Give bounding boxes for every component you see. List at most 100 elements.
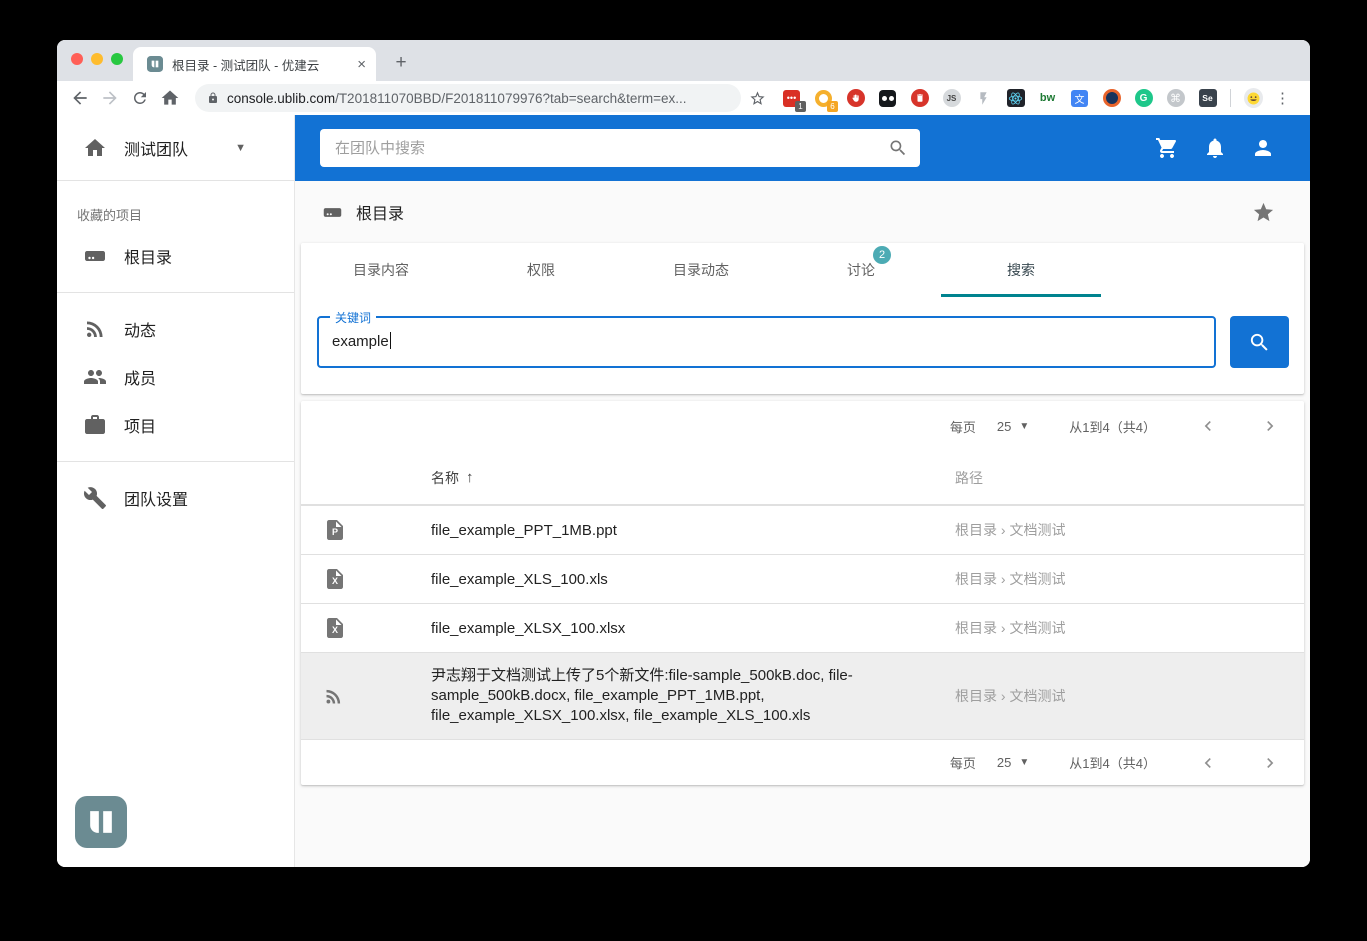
main-area: 根目录 目录内容 权限 目录动态 讨论2 搜索 关键词 exam — [295, 115, 1310, 867]
global-search-box[interactable] — [320, 129, 920, 167]
forward-icon[interactable] — [97, 85, 123, 111]
team-switcher[interactable]: 测试团队 ▼ — [57, 115, 294, 181]
drive-icon — [83, 244, 107, 268]
bookmark-star-icon[interactable] — [749, 90, 766, 107]
macos-traffic-lights — [71, 53, 123, 65]
address-bar[interactable]: console.ublib.com/T201811070BBD/F2018110… — [195, 84, 741, 112]
search-results-card: 每页 25 ▼ 从1到4（共4） 名称 ↑ 路径 P file_example_PP… — [301, 401, 1304, 785]
per-page-label: 每页 — [949, 756, 976, 771]
account-icon[interactable] — [1251, 136, 1275, 160]
table-row-activity[interactable]: 尹志翔于文档测试上传了5个新文件:file-sample_500kB.doc, … — [301, 652, 1304, 739]
favorite-star-icon[interactable] — [1252, 201, 1275, 224]
back-icon[interactable] — [67, 85, 93, 111]
extension-js-icon[interactable]: JS — [942, 89, 961, 108]
activity-text: 尹志翔于文档测试上传了5个新文件:file-sample_500kB.doc, … — [431, 667, 853, 724]
extension-bw-icon[interactable]: bw — [1038, 89, 1057, 108]
rss-icon — [83, 317, 107, 341]
briefcase-icon — [83, 413, 107, 437]
reload-icon[interactable] — [127, 85, 153, 111]
tab-search[interactable]: 搜索 — [941, 243, 1101, 297]
file-path: 根目录 › 文档测试 — [955, 688, 1066, 704]
extension-redpin-icon[interactable]: ••• 1 — [782, 89, 806, 112]
column-header-path[interactable]: 路径 — [955, 468, 983, 488]
extension-honey-icon[interactable]: 6 — [814, 89, 838, 112]
browser-menu-icon[interactable]: ⋮ — [1275, 89, 1290, 107]
extension-dark-reader-icon[interactable] — [878, 89, 897, 108]
previous-page-icon[interactable] — [1198, 416, 1218, 436]
global-search-input[interactable] — [335, 139, 888, 157]
active-tab-underline — [941, 294, 1101, 297]
cards-container: 目录内容 权限 目录动态 讨论 2 搜索 关键词 example 每页 25 ▼… — [295, 243, 1310, 785]
per-page-select[interactable]: 25 ▼ — [997, 755, 1029, 770]
sidebar-divider — [57, 292, 294, 305]
next-page-icon[interactable] — [1260, 753, 1280, 773]
tab-bar: 目录内容 权限 目录动态 讨论 2 搜索 — [301, 243, 1101, 297]
search-icon[interactable] — [888, 138, 908, 158]
close-window-button[interactable] — [71, 53, 83, 65]
sidebar-item-root-directory[interactable]: 根目录 — [57, 232, 294, 280]
wrench-icon — [83, 486, 107, 510]
sidebar-item-activity[interactable]: 动态 — [57, 305, 294, 353]
table-row[interactable]: X file_example_XLSX_100.xlsx 根目录 › 文档测试 — [301, 603, 1304, 652]
pagination-bottom: 每页 25 ▼ 从1到4（共4） — [301, 739, 1304, 785]
tab-discussion[interactable]: 讨论 2 — [781, 243, 941, 297]
url-path: /T201811070BBD/F201811079976?tab=search&… — [335, 90, 687, 106]
sort-asc-icon: ↑ — [466, 469, 474, 486]
keyword-field[interactable]: 关键词 example — [317, 309, 1216, 368]
favorites-section-label: 收藏的项目 — [77, 208, 143, 223]
browser-tab-title: 根目录 - 测试团队 - 优建云 — [172, 58, 320, 73]
extension-selenium-icon[interactable]: Se — [1198, 89, 1217, 108]
previous-page-icon[interactable] — [1198, 753, 1218, 773]
cart-icon[interactable] — [1155, 136, 1179, 160]
table-header: 名称 ↑ 路径 — [301, 451, 1304, 505]
keyword-field-value[interactable]: example — [319, 318, 1214, 366]
search-submit-button[interactable] — [1230, 316, 1289, 368]
extension-cleaner-icon[interactable] — [910, 89, 929, 108]
minimize-window-button[interactable] — [91, 53, 103, 65]
column-header-name[interactable]: 名称 ↑ — [431, 468, 936, 488]
extension-grammarly-icon[interactable]: G — [1134, 89, 1153, 108]
table-row[interactable]: X file_example_XLS_100.xls 根目录 › 文档测试 — [301, 554, 1304, 603]
sidebar-item-members[interactable]: 成员 — [57, 353, 294, 401]
per-page-select[interactable]: 25 ▼ — [997, 419, 1029, 434]
drive-icon — [322, 202, 343, 223]
sidebar-item-label: 项目 — [124, 419, 157, 436]
table-row[interactable]: P file_example_PPT_1MB.ppt 根目录 › 文档测试 — [301, 505, 1304, 554]
home-icon[interactable] — [157, 85, 183, 111]
file-name: file_example_XLS_100.xls — [431, 570, 608, 588]
sidebar-item-team-settings[interactable]: 团队设置 — [57, 474, 294, 522]
extension-blocker-hand-icon[interactable] — [846, 89, 865, 108]
per-page-label: 每页 — [949, 419, 976, 435]
zoom-window-button[interactable] — [111, 53, 123, 65]
extensions-row: ••• 1 6 JS bw 文 G ⌘ Se — [782, 88, 1263, 112]
discussion-badge: 2 — [873, 246, 891, 264]
browser-window: 根目录 - 测试团队 - 优建云 × + console.ublib.com/T… — [57, 40, 1310, 867]
tab-directory-activity[interactable]: 目录动态 — [621, 243, 781, 297]
rss-icon — [323, 686, 347, 707]
app-logo — [75, 796, 127, 848]
browser-tab-strip: 根目录 - 测试团队 - 优建云 × + — [57, 40, 1310, 81]
new-tab-button[interactable]: + — [387, 49, 415, 77]
extension-bolt-icon[interactable] — [974, 89, 993, 108]
sidebar-item-projects[interactable]: 项目 — [57, 401, 294, 449]
xlsx-file-icon: X — [323, 616, 347, 640]
extensions-divider — [1230, 89, 1231, 107]
extension-react-devtools-icon[interactable] — [1006, 89, 1025, 108]
bell-icon[interactable] — [1203, 136, 1227, 160]
people-icon — [83, 365, 107, 389]
next-page-icon[interactable] — [1260, 416, 1280, 436]
tab-directory-content[interactable]: 目录内容 — [301, 243, 461, 297]
browser-tab[interactable]: 根目录 - 测试团队 - 优建云 × — [133, 47, 376, 81]
sidebar: 测试团队 ▼ 收藏的项目 根目录 动态 成员 项目 团队设置 — [57, 115, 295, 867]
pagination-range: 从1到4（共4） — [1069, 419, 1156, 435]
extension-command-icon[interactable]: ⌘ — [1166, 89, 1185, 108]
url-domain: console.ublib.com — [227, 90, 336, 106]
extension-translate-icon[interactable]: 文 — [1070, 89, 1089, 108]
xls-file-icon: X — [323, 567, 347, 591]
chevron-down-icon[interactable]: ▼ — [235, 142, 246, 154]
sidebar-item-label: 动态 — [124, 323, 157, 340]
extension-smiley-icon[interactable] — [1244, 88, 1263, 108]
extension-orange-ring-icon[interactable] — [1102, 89, 1121, 108]
tab-close-icon[interactable]: × — [357, 56, 366, 73]
tab-permissions[interactable]: 权限 — [461, 243, 621, 297]
